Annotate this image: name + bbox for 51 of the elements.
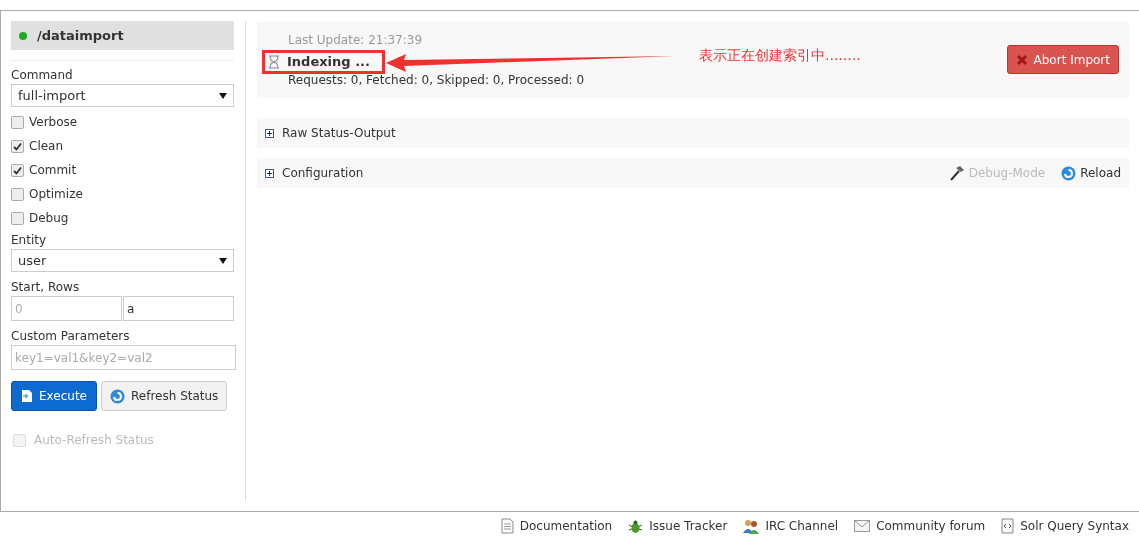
start-field[interactable]: 0: [11, 296, 122, 321]
field-label: Start, Rows: [11, 279, 81, 296]
field-label: Custom Parameters: [11, 328, 131, 345]
command-select[interactable]: full-import: [11, 84, 234, 107]
dropdown-caret-icon: [219, 92, 227, 99]
footer-link[interactable]: Issue Tracker: [649, 517, 728, 535]
checkbox-label: Auto-Refresh Status: [34, 432, 154, 449]
checkbox-label: Debug: [29, 210, 69, 227]
refresh-status-button[interactable]: Refresh Status: [101, 381, 228, 411]
expand-icon: [265, 168, 274, 178]
indexing-status: Indexing ...: [287, 52, 370, 71]
close-icon: [1015, 53, 1028, 66]
document-icon: [500, 518, 514, 534]
rows-field[interactable]: a: [123, 296, 234, 321]
dropdown-caret-icon: [219, 257, 227, 264]
hourglass-icon: [268, 54, 280, 69]
checkbox-label: Verbose: [29, 114, 78, 131]
section-toggle[interactable]: Configuration: [282, 164, 364, 182]
abort-import-button[interactable]: Abort Import: [1006, 45, 1119, 74]
annotation-text: 表示正在创建索引中........: [699, 46, 861, 65]
custom-parameters-field[interactable]: key1=val1&key2=val2: [11, 345, 236, 370]
refresh-icon: [110, 388, 125, 404]
footer-link[interactable]: IRC Channel: [765, 517, 839, 535]
footer-link[interactable]: Community forum: [876, 517, 986, 535]
bug-icon: [628, 518, 644, 534]
hammer-icon: [948, 165, 965, 181]
reload-link[interactable]: Reload: [1080, 164, 1121, 182]
checkbox[interactable]: [11, 187, 24, 201]
field-label: Command: [11, 67, 74, 84]
footer-link[interactable]: Documentation: [519, 517, 613, 535]
last-update-text: Last Update: 21:37:39: [288, 31, 424, 49]
checkbox[interactable]: [11, 163, 24, 177]
checkbox-label: Commit: [29, 162, 77, 179]
execute-button[interactable]: Execute: [11, 381, 97, 411]
checkbox[interactable]: [11, 115, 24, 129]
envelope-icon: [854, 520, 871, 532]
checkbox[interactable]: [11, 139, 24, 153]
footer-link[interactable]: Solr Query Syntax: [1020, 517, 1129, 535]
checkbox-label: Optimize: [29, 186, 83, 203]
field-label: Entity: [11, 232, 48, 249]
counts-text: Requests: 0, Fetched: 0, Skipped: 0, Processed: 0: [288, 71, 585, 89]
entity-select[interactable]: user: [11, 249, 234, 272]
people-icon: [743, 518, 760, 534]
core-title: /dataimport: [37, 26, 124, 45]
document-icon: [21, 389, 33, 403]
section-toggle[interactable]: Raw Status-Output: [282, 124, 396, 142]
refresh-icon: [1061, 165, 1077, 181]
checkbox[interactable]: [11, 211, 24, 225]
code-document-icon: [1001, 518, 1015, 534]
expand-icon: [265, 128, 274, 138]
checkbox-label: Clean: [29, 138, 64, 155]
